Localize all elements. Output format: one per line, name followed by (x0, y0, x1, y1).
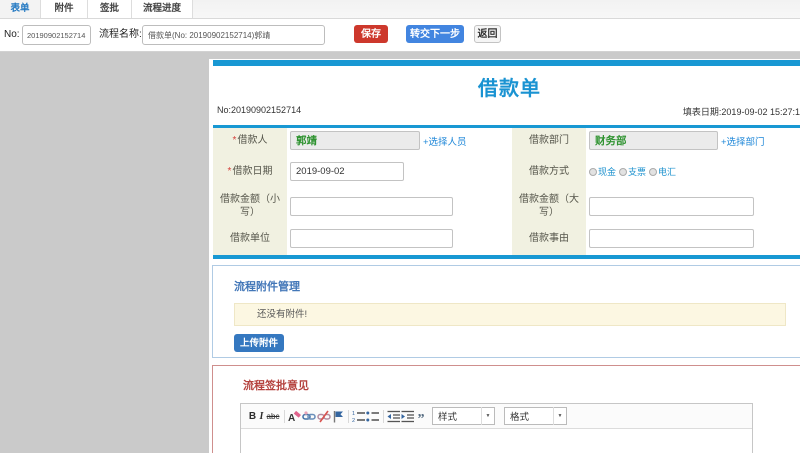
unordered-list-icon (366, 411, 379, 421)
style-select[interactable]: 样式 ▼ (432, 407, 495, 425)
loan-method-options: 现金 支票 电汇 (589, 165, 679, 178)
unlink-button[interactable] (317, 407, 331, 425)
department-cell: +选择部门 (586, 128, 800, 153)
unlink-icon (317, 410, 331, 422)
amount-lower-input[interactable] (290, 196, 453, 216)
link-icon (302, 410, 316, 420)
form-meta-row: No:20190902152714 填表日期:2019-09-02 15:27:… (217, 105, 800, 119)
document-number: No:20190902152714 (217, 105, 302, 115)
unordered-list-button[interactable] (366, 407, 379, 425)
svg-text:A: A (288, 413, 295, 423)
signoff-title: 流程签批意见 (243, 380, 309, 392)
remove-format-button[interactable]: A (288, 407, 301, 425)
borrower-cell: +选择人员 (287, 128, 512, 153)
format-select[interactable]: 格式 ▼ (504, 407, 567, 425)
loan-unit-input[interactable] (290, 229, 453, 248)
loan-reason-label: 借款事由 (512, 222, 586, 255)
form-header-bar (213, 60, 800, 66)
divider-bottom (213, 255, 800, 259)
indent-icon (401, 410, 414, 422)
upload-attachment-button[interactable]: 上传附件 (234, 334, 284, 352)
radio-cash[interactable]: 现金 (589, 165, 616, 178)
flow-name-input[interactable] (142, 25, 325, 45)
attachments-section: 流程附件管理 还没有附件! 上传附件 (212, 265, 800, 358)
radio-button-icon[interactable] (619, 167, 628, 176)
rich-text-editor: B I abc A 1 2 ” 样式 ▼ 格式 ▼ (240, 403, 753, 453)
loan-unit-cell (287, 222, 512, 255)
toolbar-separator (284, 409, 285, 423)
chevron-down-icon: ▼ (481, 407, 494, 425)
svg-text:1: 1 (352, 411, 355, 417)
blockquote-button[interactable]: ” (415, 407, 427, 426)
tab-attachments[interactable]: 附件 (41, 0, 88, 18)
tab-form[interactable]: 表单 (0, 0, 41, 18)
radio-button-icon[interactable] (589, 167, 597, 176)
toolbar: No: 流程名称: 保存 转交下一步 返回 (0, 19, 800, 52)
back-button[interactable]: 返回 (474, 25, 501, 43)
chevron-down-icon: ▼ (553, 407, 566, 425)
no-attachments-banner: 还没有附件! (234, 303, 786, 326)
pick-person-link[interactable]: +选择人员 (423, 134, 467, 148)
amount-upper-cell (586, 190, 800, 222)
radio-button-icon[interactable] (649, 167, 658, 176)
department-label: 借款部门 (512, 128, 586, 153)
italic-button[interactable]: I (258, 407, 265, 425)
outdent-button[interactable] (387, 407, 400, 425)
no-input[interactable] (22, 25, 91, 45)
editor-toolbar: B I abc A 1 2 ” 样式 ▼ 格式 ▼ (241, 404, 752, 429)
strikethrough-button[interactable]: abc (266, 407, 280, 425)
signoff-section: 流程签批意见 B I abc A 1 2 ” 样式 ▼ 格式 ▼ (212, 365, 800, 453)
loan-reason-input[interactable] (589, 229, 754, 248)
toolbar-separator (348, 409, 349, 423)
borrower-label: *借款人 (213, 128, 287, 153)
remove-format-icon: A (288, 410, 301, 423)
svg-text:2: 2 (352, 418, 355, 423)
save-button[interactable]: 保存 (354, 25, 388, 43)
amount-lower-label: 借款金额（小写） (213, 190, 287, 222)
borrower-input[interactable] (290, 131, 420, 150)
loan-method-cell: 现金 支票 电汇 (586, 153, 800, 190)
attachments-title: 流程附件管理 (234, 281, 300, 293)
radio-wire-transfer[interactable]: 电汇 (649, 165, 676, 178)
editor-content-area[interactable] (241, 429, 752, 453)
anchor-flag-button[interactable] (332, 407, 344, 425)
form-title: 借款单 (478, 78, 541, 100)
ordered-list-button[interactable]: 1 2 (352, 407, 365, 425)
tab-signoff[interactable]: 签批 (88, 0, 132, 18)
ordered-list-icon: 1 2 (352, 411, 365, 423)
loan-form-grid: *借款人 +选择人员 借款部门 +选择部门 *借款日期 借款方式 现金 (213, 128, 800, 255)
outdent-icon (387, 410, 400, 422)
link-button[interactable] (302, 407, 316, 425)
flag-icon (333, 410, 343, 422)
amount-lower-cell (287, 190, 512, 222)
bold-button[interactable]: B (248, 407, 257, 425)
loan-reason-cell (586, 222, 800, 255)
loan-method-label: 借款方式 (512, 153, 586, 190)
tab-flow-progress[interactable]: 流程进度 (132, 0, 193, 18)
required-asterisk: * (227, 166, 232, 177)
no-label: No: (4, 29, 20, 40)
loan-unit-label: 借款单位 (213, 222, 287, 255)
loan-form-panel: 借款单 No:20190902152714 填表日期:2019-09-02 15… (209, 59, 800, 453)
loan-date-input[interactable] (290, 162, 404, 181)
radio-cheque[interactable]: 支票 (619, 165, 646, 178)
department-input[interactable] (589, 131, 718, 150)
toolbar-separator (383, 409, 384, 423)
tab-bar: 表单 附件 签批 流程进度 (0, 0, 800, 19)
loan-date-cell (287, 153, 512, 190)
indent-button[interactable] (401, 407, 414, 425)
flow-name-label: 流程名称: (99, 29, 142, 40)
amount-upper-input[interactable] (589, 196, 754, 216)
forward-next-step-button[interactable]: 转交下一步 (406, 25, 464, 43)
loan-date-label: *借款日期 (213, 153, 287, 190)
required-asterisk: * (232, 135, 237, 146)
fill-date: 填表日期:2019-09-02 15:27:14 (682, 107, 800, 117)
pick-department-link[interactable]: +选择部门 (721, 134, 765, 148)
amount-upper-label: 借款金额（大写） (512, 190, 586, 222)
